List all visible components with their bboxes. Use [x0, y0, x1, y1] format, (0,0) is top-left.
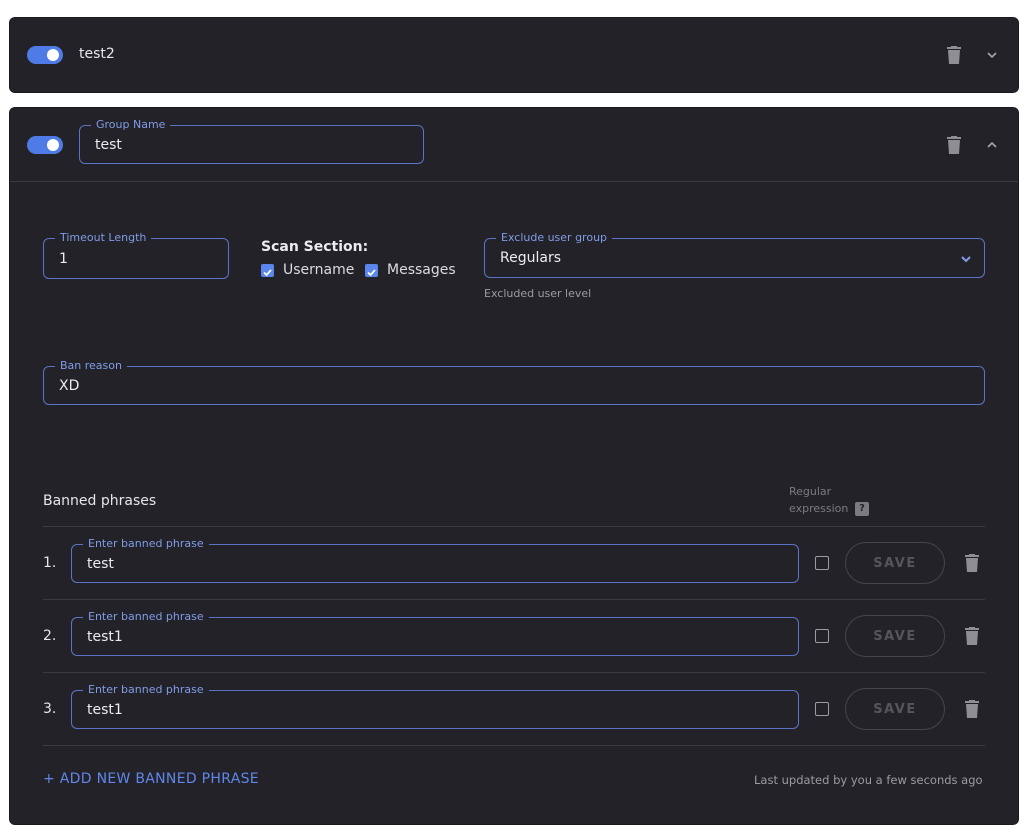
timeout-length-label: Timeout Length — [55, 231, 152, 245]
regex-checkbox[interactable] — [815, 629, 829, 643]
timeout-length-field[interactable]: Timeout Length 1 — [43, 231, 229, 279]
trash-icon[interactable] — [965, 700, 979, 718]
row-divider — [43, 672, 985, 673]
banned-phrase-input[interactable]: Enter banned phrase test1 — [71, 610, 799, 656]
group-name-field[interactable]: Group Name test — [79, 118, 424, 164]
regex-checkbox[interactable] — [815, 556, 829, 570]
trash-icon[interactable] — [965, 627, 979, 645]
banned-phrase-value: test1 — [87, 702, 123, 718]
save-button[interactable]: SAVE — [845, 615, 945, 657]
row-index: 2. — [43, 628, 57, 644]
banned-phrase-label: Enter banned phrase — [83, 610, 209, 624]
exclude-user-group-select[interactable]: Exclude user group Regulars — [484, 231, 985, 278]
timeout-length-value: 1 — [59, 251, 68, 267]
check-icon — [263, 269, 272, 277]
group-name-label: Group Name — [91, 118, 171, 132]
group-card-test2: test2 — [10, 18, 1018, 92]
chevron-down-icon[interactable] — [986, 49, 998, 61]
trash-icon[interactable] — [947, 46, 961, 64]
banned-phrase-value: test — [87, 556, 114, 572]
toggle-knob — [47, 139, 59, 151]
group-name-value: test — [95, 137, 122, 153]
username-label: Username — [283, 262, 355, 278]
username-checkbox[interactable] — [261, 264, 274, 277]
group-name: test2 — [79, 46, 115, 62]
save-button[interactable]: SAVE — [845, 688, 945, 730]
row-divider — [43, 745, 985, 746]
messages-checkbox[interactable] — [365, 264, 378, 277]
save-button[interactable]: SAVE — [845, 542, 945, 584]
row-divider — [43, 599, 985, 600]
banned-phrases-title: Banned phrases — [43, 493, 157, 509]
banned-phrase-input[interactable]: Enter banned phrase test — [71, 537, 799, 583]
row-divider — [43, 526, 985, 527]
banned-phrase-input[interactable]: Enter banned phrase test1 — [71, 683, 799, 729]
group-enabled-toggle[interactable] — [27, 46, 63, 64]
ban-reason-label: Ban reason — [55, 359, 127, 373]
header-divider — [10, 181, 1018, 182]
exclude-user-group-value: Regulars — [500, 250, 561, 266]
scan-section-title: Scan Section: — [261, 239, 369, 255]
check-icon — [367, 269, 376, 277]
banned-phrase-label: Enter banned phrase — [83, 537, 209, 551]
last-updated-text: Last updated by you a few seconds ago — [754, 773, 983, 787]
chevron-up-icon[interactable] — [986, 139, 998, 151]
regex-checkbox[interactable] — [815, 702, 829, 716]
add-banned-phrase-button[interactable]: + ADD NEW BANNED PHRASE — [43, 771, 259, 787]
chevron-down-icon[interactable] — [960, 253, 972, 265]
toggle-knob — [47, 49, 59, 61]
exclude-user-group-helper: Excluded user level — [484, 287, 592, 300]
trash-icon[interactable] — [947, 136, 961, 154]
trash-icon[interactable] — [965, 554, 979, 572]
exclude-user-group-label: Exclude user group — [496, 231, 613, 245]
ban-reason-value: XD — [59, 378, 80, 394]
banned-phrase-label: Enter banned phrase — [83, 683, 209, 697]
group-enabled-toggle[interactable] — [27, 136, 63, 154]
messages-label: Messages — [387, 262, 456, 278]
regex-header-line1: Regular — [789, 485, 832, 498]
ban-reason-field[interactable]: Ban reason XD — [43, 359, 985, 405]
row-index: 1. — [43, 555, 57, 571]
regex-header-line2: expression — [789, 502, 849, 515]
regex-help-icon[interactable]: ? — [855, 502, 869, 516]
banned-phrase-value: test1 — [87, 629, 123, 645]
row-index: 3. — [43, 701, 57, 717]
